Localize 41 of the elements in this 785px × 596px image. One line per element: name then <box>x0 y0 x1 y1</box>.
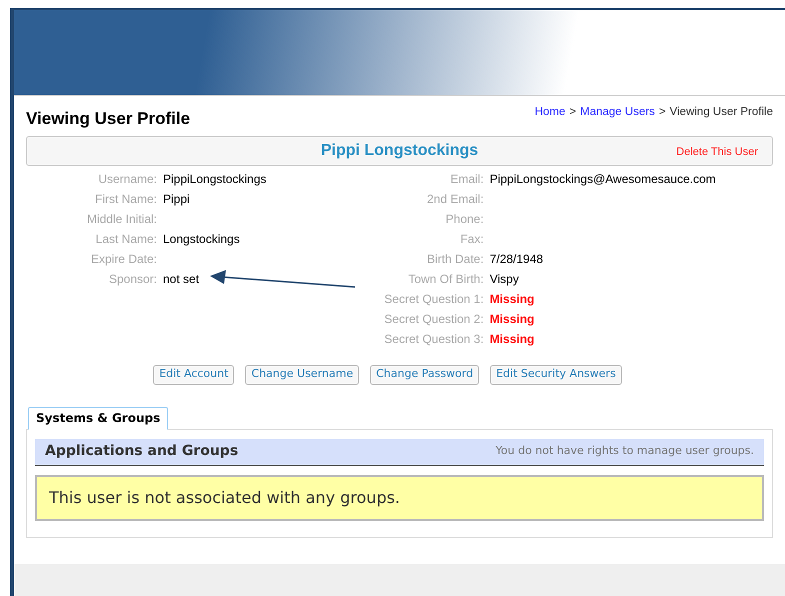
field-value: Pippi <box>163 190 190 208</box>
action-button[interactable]: Edit Account <box>153 364 234 384</box>
field-value: Longstockings <box>163 230 240 248</box>
field-value: PippiLongstockings@Awesomesauce.com <box>490 170 716 188</box>
field-label: Last Name: <box>94 230 157 248</box>
missing-value: Missing <box>490 290 534 308</box>
field-value: PippiLongstockings <box>163 170 266 188</box>
field-label: Secret Question 1: <box>383 290 484 308</box>
tab[interactable]: Systems & Groups <box>28 406 168 430</box>
field-label: Fax: <box>459 230 484 248</box>
field-label: Expire Date: <box>90 250 157 268</box>
field-value: not set <box>163 270 200 288</box>
action-button[interactable]: Change Password <box>370 364 480 384</box>
breadcrumb-separator: > <box>569 105 576 120</box>
field-value: 7/28/1948 <box>490 250 544 268</box>
field-value: Vispy <box>490 270 519 288</box>
field-label: First Name: <box>94 190 157 208</box>
missing-value: Missing <box>490 330 534 348</box>
field-label: 2nd Email: <box>426 190 484 208</box>
missing-value: Missing <box>490 310 534 328</box>
breadcrumb-link[interactable]: Home <box>534 104 566 122</box>
permission-note: You do not have rights to manage user groups. <box>496 443 754 460</box>
profile-name: Pippi Longstockings <box>320 140 478 160</box>
delete-user-link[interactable]: Delete This User <box>676 144 758 160</box>
field-label: Sponsor: <box>108 270 157 288</box>
field-label: Email: <box>449 170 484 188</box>
field-label: Middle Initial: <box>86 210 157 228</box>
field-label: Username: <box>97 170 157 188</box>
field-label: Birth Date: <box>426 250 484 268</box>
action-button[interactable]: Change Username <box>245 364 360 384</box>
field-label: Secret Question 3: <box>383 330 484 348</box>
breadcrumb-link[interactable]: Manage Users <box>580 104 655 122</box>
notice-message: This user is not associated with any groups. <box>49 486 400 508</box>
field-label: Town Of Birth: <box>407 270 484 288</box>
action-button[interactable]: Edit Security Answers <box>490 364 622 384</box>
breadcrumb-separator: > <box>658 105 666 120</box>
page-title: Viewing User Profile <box>26 108 190 130</box>
breadcrumb-current: Viewing User Profile <box>670 105 773 120</box>
field-label: Phone: <box>444 210 484 228</box>
field-label: Secret Question 2: <box>383 310 484 328</box>
section-title: Applications and Groups <box>45 442 238 461</box>
